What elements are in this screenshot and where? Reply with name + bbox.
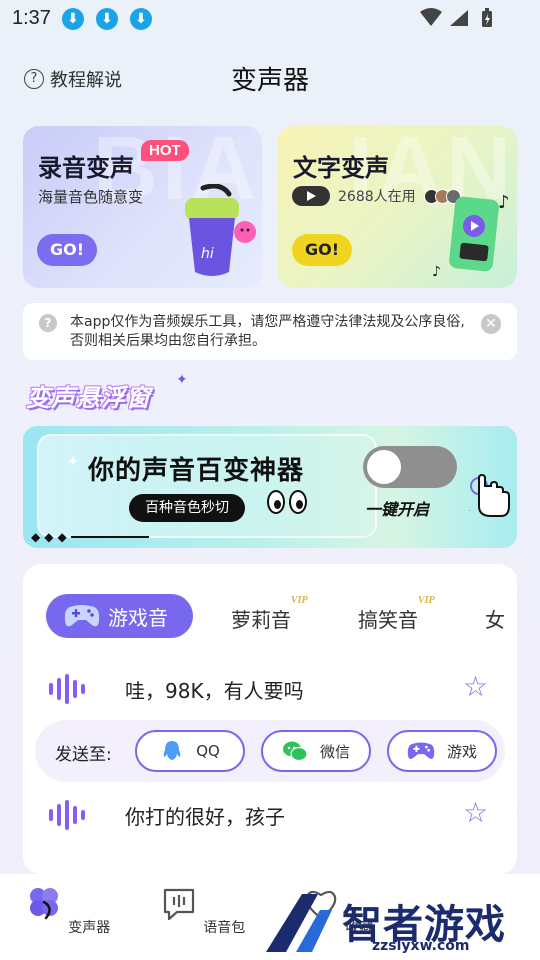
send-to-label: 发送至: bbox=[55, 745, 112, 765]
tap-hand-icon: ✦ bbox=[469, 474, 510, 517]
status-time: 1:37 bbox=[12, 7, 51, 29]
question-icon: ? bbox=[39, 314, 57, 332]
svg-text:✦: ✦ bbox=[469, 506, 471, 517]
sparkle-icon: ✦ bbox=[67, 454, 79, 470]
send-target-label: 微信 bbox=[319, 742, 350, 761]
floating-window-title: 变声悬浮窗 bbox=[26, 384, 151, 412]
send-target-label: 游戏 bbox=[446, 742, 477, 761]
vip-badge: VIP bbox=[418, 595, 435, 606]
tab-game-sound[interactable]: 游戏音 bbox=[46, 594, 193, 638]
eyes-icon bbox=[267, 490, 307, 514]
play-icon bbox=[292, 186, 330, 206]
status-bar: 1:37 ⬇ ⬇ ⬇ bbox=[0, 0, 540, 38]
watermark-logo-icon bbox=[266, 894, 332, 952]
vip-badge: VIP bbox=[291, 595, 308, 606]
watermark-url: zzslyxw.com bbox=[372, 938, 470, 954]
sound-item[interactable]: 哇，98K，有人要吗 ☆ bbox=[23, 660, 517, 716]
sparkle-icon: ✦ bbox=[176, 372, 188, 388]
gamepad-icon bbox=[64, 605, 100, 627]
tab-funny-sound[interactable]: 搞笑音 VIP bbox=[358, 595, 435, 633]
floating-window-toggle[interactable] bbox=[363, 446, 457, 488]
download-icon: ⬇ bbox=[62, 8, 84, 30]
sound-text: 哇，98K，有人要吗 bbox=[125, 679, 304, 703]
gamepad-icon bbox=[407, 742, 435, 759]
text-card-title: 文字变声 bbox=[293, 154, 389, 182]
send-target-label: QQ bbox=[196, 742, 220, 760]
voice-pack-icon bbox=[163, 888, 194, 921]
nav-label: 变声器 bbox=[68, 920, 111, 936]
watermark-logo: 智者游戏网 zzslyxw.com bbox=[262, 880, 540, 960]
banner-title: 你的声音百变神器 bbox=[88, 456, 305, 486]
waveform-icon bbox=[49, 674, 85, 704]
record-card-subtitle: 海量音色随意变 bbox=[38, 188, 144, 206]
download-icon: ⬇ bbox=[96, 8, 118, 30]
cup-illustration-icon: hi bbox=[185, 184, 256, 276]
send-to-bar: 发送至: QQ 微信 游戏 bbox=[35, 720, 505, 782]
page-title: 变声器 bbox=[230, 66, 309, 96]
download-icon: ⬇ bbox=[130, 8, 152, 30]
sound-item[interactable]: 你打的很好，孩子 ☆ bbox=[23, 786, 517, 842]
wechat-icon bbox=[282, 741, 308, 762]
tab-loli-sound[interactable]: 萝莉音 VIP bbox=[231, 595, 308, 633]
svg-text:♪: ♪ bbox=[432, 264, 441, 280]
signal-icon bbox=[450, 10, 468, 26]
qq-icon bbox=[163, 741, 181, 760]
decorative-dots: ◆ ◆ ◆ bbox=[31, 530, 149, 544]
nav-voice-pack[interactable]: 语音包 bbox=[157, 884, 247, 937]
tab-female-sound[interactable]: 女 bbox=[485, 604, 505, 633]
sound-text: 你打的很好，孩子 bbox=[125, 805, 285, 829]
send-qq-button[interactable]: QQ bbox=[135, 730, 245, 772]
one-key-enable-label: 一键开启 bbox=[365, 500, 430, 519]
disclaimer-text: 本app仅作为音频娱乐工具，请您严格遵守法律法规及公序良俗,否则相关后果均由您自… bbox=[70, 314, 465, 349]
sound-panel: 游戏音 萝莉音 VIP 搞笑音 VIP 女 哇，98K，有人要吗 ☆ 发送至: … bbox=[23, 564, 517, 874]
svg-text:hi: hi bbox=[201, 246, 214, 262]
music-phone-illustration-icon: ♪ ♪ bbox=[432, 192, 510, 280]
waveform-icon bbox=[49, 800, 85, 830]
users-count: 2688人在用 bbox=[338, 189, 416, 205]
banner-pill: 百种音色秒切 bbox=[129, 494, 245, 522]
favorite-star-icon[interactable]: ☆ bbox=[463, 670, 488, 703]
tab-label: 女 bbox=[485, 608, 505, 632]
svg-text:♪: ♪ bbox=[498, 192, 510, 213]
floating-window-banner[interactable]: ✦ 你的声音百变神器 百种音色秒切 一键开启 ✦ ◆◆◆ bbox=[23, 426, 517, 548]
wifi-icon bbox=[420, 8, 442, 26]
favorite-star-icon[interactable]: ☆ bbox=[463, 796, 488, 829]
tab-label: 萝莉音 bbox=[231, 608, 291, 632]
toggle-knob bbox=[367, 450, 401, 484]
nav-label: 语音包 bbox=[203, 920, 246, 936]
tab-label: 搞笑音 bbox=[358, 608, 418, 632]
system-status-icons bbox=[420, 8, 492, 27]
disclaimer-notice: ? 本app仅作为音频娱乐工具，请您严格遵守法律法规及公序良俗,否则相关后果均由… bbox=[23, 303, 517, 360]
text-voice-card[interactable]: IANS 文字变声 2688人在用 GO! ♪ ♪ bbox=[278, 126, 517, 288]
record-voice-card[interactable]: BIAN 录音变声 HOT 海量音色随意变 GO! hi bbox=[23, 126, 262, 288]
record-card-title: 录音变声 bbox=[38, 154, 134, 182]
send-wechat-button[interactable]: 微信 bbox=[261, 730, 371, 772]
record-go-button[interactable]: GO! bbox=[37, 234, 97, 266]
voice-changer-icon bbox=[29, 888, 58, 920]
close-icon[interactable]: ✕ bbox=[481, 314, 501, 334]
hot-badge: HOT bbox=[141, 140, 189, 161]
text-go-button[interactable]: GO! bbox=[292, 234, 352, 266]
send-game-button[interactable]: 游戏 bbox=[387, 730, 497, 772]
tab-label: 游戏音 bbox=[108, 605, 168, 630]
sound-category-tabs: 游戏音 萝莉音 VIP 搞笑音 VIP 女 bbox=[23, 594, 517, 638]
nav-voice-changer[interactable]: 变声器 bbox=[22, 884, 112, 937]
